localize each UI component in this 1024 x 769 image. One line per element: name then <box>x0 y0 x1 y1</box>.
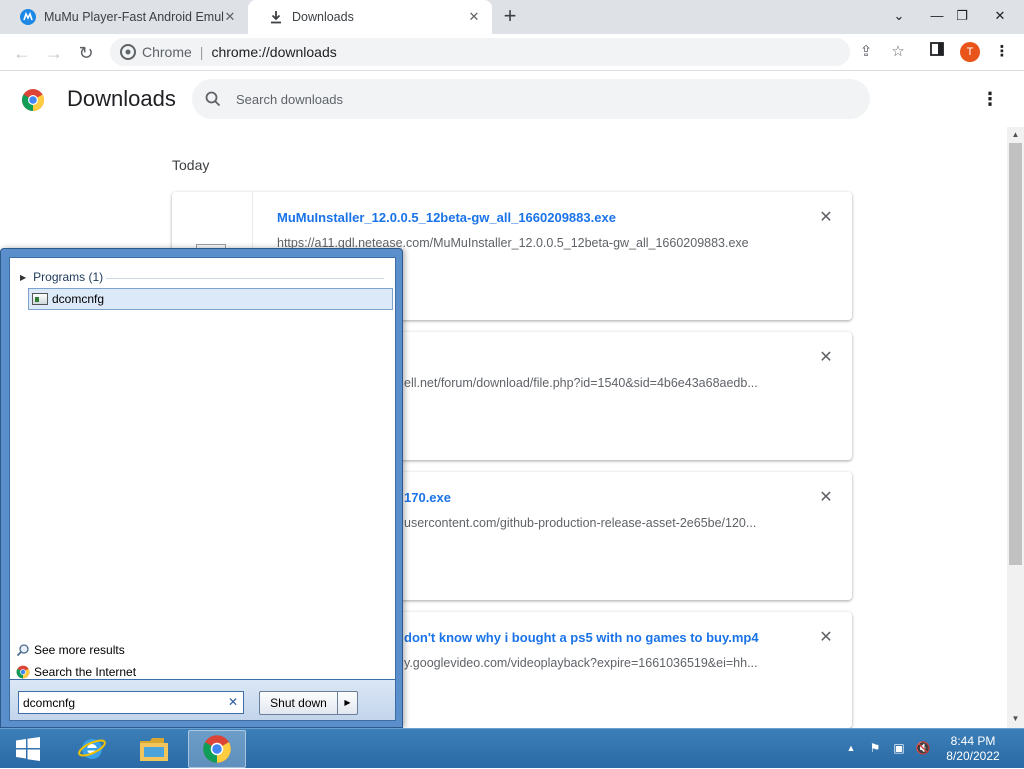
mumu-icon <box>20 9 36 25</box>
more-actions-icon[interactable]: ⋮ <box>980 88 1000 112</box>
address-bar[interactable]: Chrome | chrome://downloads <box>110 38 850 66</box>
tab-title: Downloads <box>292 10 354 24</box>
scroll-up-icon[interactable]: ▲ <box>1007 127 1024 143</box>
remove-download-icon[interactable]: ✕ <box>816 208 836 228</box>
download-file-link[interactable]: 170.exe <box>404 490 451 505</box>
tab-strip: MuMu Player-Fast Android Emul ✕ Download… <box>0 0 1024 34</box>
search-results-pane: ▶ Programs (1) dcomcnfg See more results… <box>9 257 396 680</box>
search-internet-link[interactable]: Search the Internet <box>16 665 136 679</box>
back-icon[interactable]: ← <box>8 39 36 67</box>
scrollbar-thumb[interactable] <box>1009 143 1022 565</box>
chrome-logo-icon <box>21 88 45 112</box>
taskbar-explorer-button[interactable] <box>125 730 183 768</box>
see-more-results-link[interactable]: See more results <box>16 643 125 657</box>
clear-search-icon[interactable]: ✕ <box>225 694 241 711</box>
scroll-down-icon[interactable]: ▼ <box>1007 711 1024 727</box>
show-hidden-icons-icon[interactable]: ▲ <box>842 739 860 757</box>
profile-avatar[interactable]: T <box>960 42 980 62</box>
remove-download-icon[interactable]: ✕ <box>816 628 836 648</box>
site-label: Chrome <box>142 44 192 60</box>
new-tab-button[interactable]: + <box>498 5 522 29</box>
bookmark-star-icon[interactable]: ☆ <box>888 42 908 62</box>
start-button[interactable] <box>0 729 56 769</box>
tab-title: MuMu Player-Fast Android Emul <box>44 10 224 24</box>
tab-downloads[interactable]: Downloads ✕ <box>248 0 492 34</box>
action-center-flag-icon[interactable]: ⚑ <box>866 739 884 757</box>
chrome-icon <box>16 665 30 679</box>
browser-toolbar: ← → ↻ Chrome | chrome://downloads ⇪ ☆ T … <box>0 34 1024 71</box>
download-source-url[interactable]: usercontent.com/github-production-releas… <box>404 516 756 530</box>
reload-icon[interactable]: ↻ <box>72 39 100 67</box>
internet-explorer-icon <box>78 739 106 759</box>
console-app-icon <box>32 293 48 305</box>
remove-download-icon[interactable]: ✕ <box>816 488 836 508</box>
page-title: Downloads <box>67 86 176 111</box>
start-search-box[interactable]: ✕ <box>18 691 244 714</box>
magnifier-icon <box>16 643 30 657</box>
download-file-link[interactable]: MuMuInstaller_12.0.0.5_12beta-gw_all_166… <box>277 210 616 225</box>
search-input[interactable] <box>236 79 836 119</box>
volume-muted-icon[interactable]: 🔇 <box>914 739 932 757</box>
share-icon[interactable]: ⇪ <box>856 42 876 62</box>
omnibox-separator: | <box>199 44 204 60</box>
tab-search-icon[interactable]: ⌄ <box>883 2 915 30</box>
folder-icon <box>140 738 168 761</box>
chrome-icon <box>120 44 136 60</box>
forward-icon[interactable]: → <box>40 39 68 67</box>
programs-group-header[interactable]: ▶ Programs (1) <box>20 270 103 284</box>
network-icon[interactable]: ▣ <box>890 739 908 757</box>
tab-mumu[interactable]: MuMu Player-Fast Android Emul ✕ <box>0 0 248 34</box>
search-result-label: dcomcnfg <box>52 292 105 306</box>
clock-time: 8:44 PM <box>950 734 996 748</box>
system-clock[interactable]: 8:44 PM 8/20/2022 <box>940 734 1006 764</box>
shutdown-button[interactable]: Shut down <box>259 691 338 715</box>
shutdown-options-arrow-icon[interactable]: ▶ <box>338 691 358 715</box>
close-tab-icon[interactable]: ✕ <box>222 9 238 25</box>
date-header: Today <box>172 157 210 173</box>
programs-group-label: Programs (1) <box>33 270 104 284</box>
close-window-button[interactable]: ✕ <box>984 2 1016 30</box>
url-text: chrome://downloads <box>211 44 337 60</box>
expand-triangle-icon: ▶ <box>20 272 27 282</box>
taskbar-ie-button[interactable] <box>63 730 121 768</box>
windows-logo-icon <box>16 737 40 761</box>
restore-button[interactable]: ❐ <box>946 2 978 30</box>
download-source-url[interactable]: y.googlevideo.com/videoplayback?expire=1… <box>404 656 758 670</box>
download-file-link[interactable]: don't know why i bought a ps5 with no ga… <box>404 630 759 645</box>
search-internet-label: Search the Internet <box>34 665 137 679</box>
browser-menu-icon[interactable]: ⋮ <box>992 42 1012 62</box>
chrome-icon <box>203 735 231 763</box>
side-panel-icon[interactable] <box>927 42 947 62</box>
clock-date: 8/20/2022 <box>946 749 1000 763</box>
see-more-label: See more results <box>34 643 125 657</box>
start-search-input[interactable] <box>23 692 219 713</box>
search-downloads-box[interactable] <box>192 79 870 119</box>
start-menu-footer: ✕ Shut down ▶ <box>9 680 396 721</box>
start-menu: ▶ Programs (1) dcomcnfg See more results… <box>0 248 403 728</box>
download-source-url[interactable]: ell.net/forum/download/file.php?id=1540&… <box>404 376 758 390</box>
search-icon <box>204 90 222 108</box>
search-result-item[interactable]: dcomcnfg <box>28 288 393 310</box>
close-tab-icon[interactable]: ✕ <box>466 9 482 25</box>
taskbar-chrome-button[interactable] <box>188 730 246 768</box>
group-divider <box>106 278 384 279</box>
taskbar: ▲ ⚑ ▣ 🔇 8:44 PM 8/20/2022 <box>0 728 1024 768</box>
download-icon <box>268 9 284 25</box>
remove-download-icon[interactable]: ✕ <box>816 348 836 368</box>
